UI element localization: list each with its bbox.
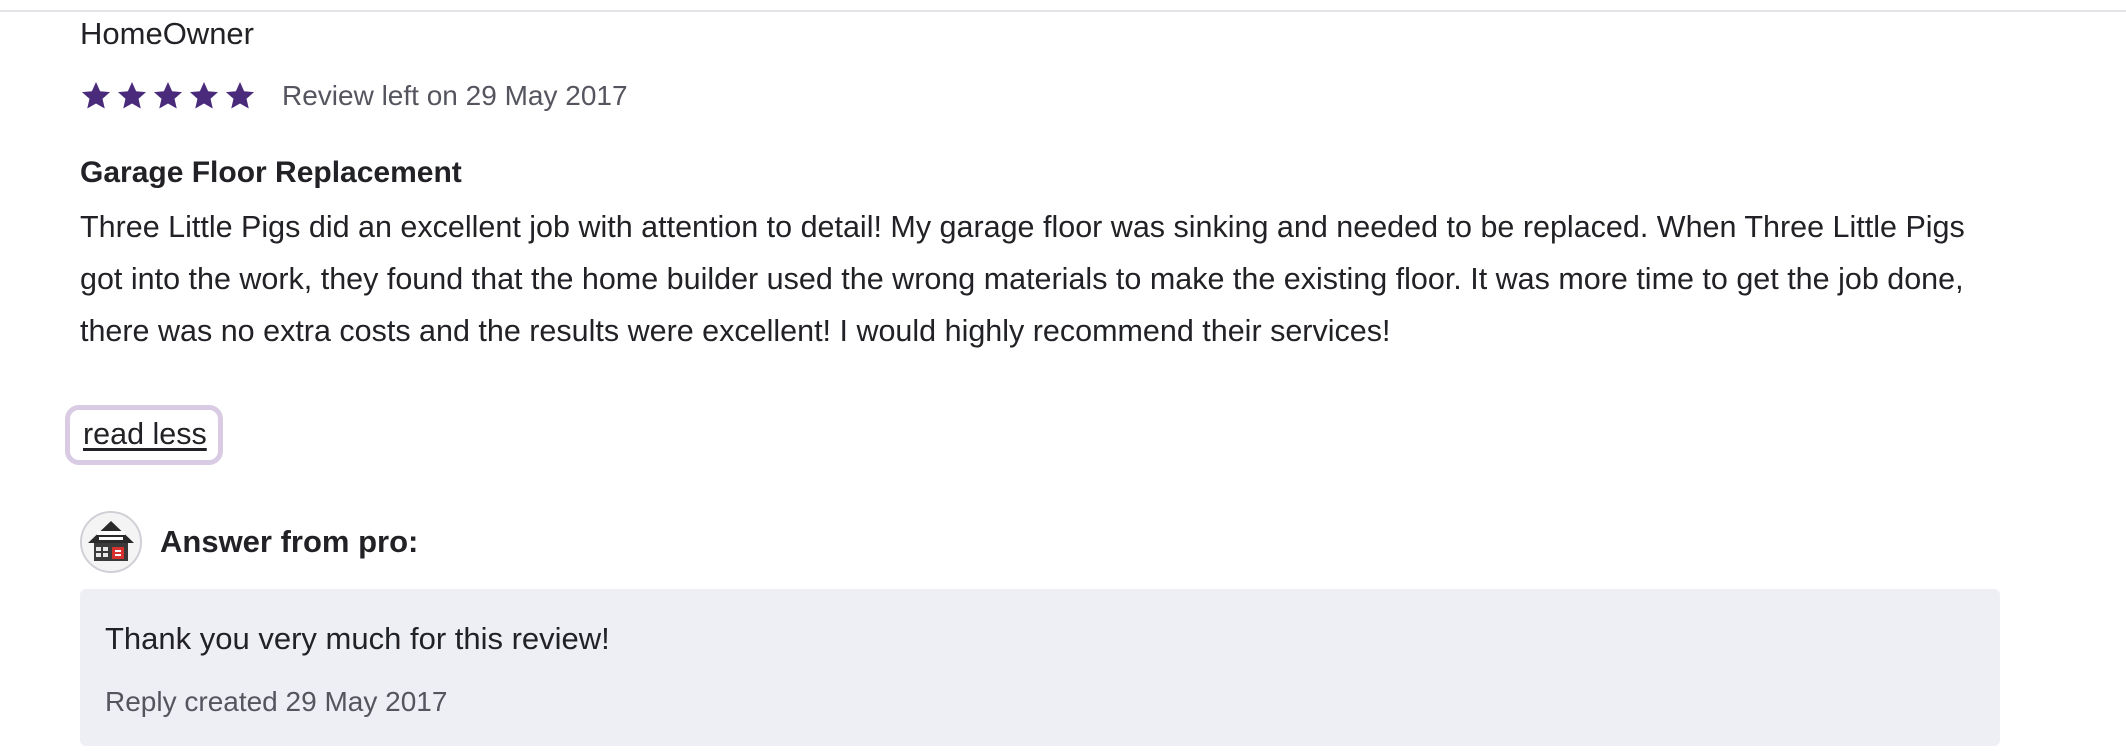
review-author: HomeOwner — [80, 16, 254, 51]
pro-reply-box: Thank you very much for this review! Rep… — [80, 589, 2000, 746]
read-less-link[interactable]: read less — [65, 405, 223, 465]
star-icon — [116, 80, 148, 112]
review-body: Three Little Pigs did an excellent job w… — [80, 210, 1965, 348]
section-divider — [0, 10, 2126, 12]
answer-from-pro-label: Answer from pro: — [160, 524, 419, 559]
pro-answer-header: Answer from pro: — [80, 510, 418, 574]
star-rating — [80, 80, 260, 112]
rating-row: Review left on 29 May 2017 — [80, 76, 628, 116]
review-date: Review left on 29 May 2017 — [282, 80, 628, 111]
pro-logo-avatar — [80, 511, 142, 573]
pro-reply-text: Thank you very much for this review! — [105, 621, 610, 656]
star-icon — [224, 80, 256, 112]
star-icon — [152, 80, 184, 112]
pro-reply-date: Reply created 29 May 2017 — [105, 686, 448, 717]
review-title: Garage Floor Replacement — [80, 156, 462, 189]
star-icon — [80, 80, 112, 112]
star-icon — [188, 80, 220, 112]
